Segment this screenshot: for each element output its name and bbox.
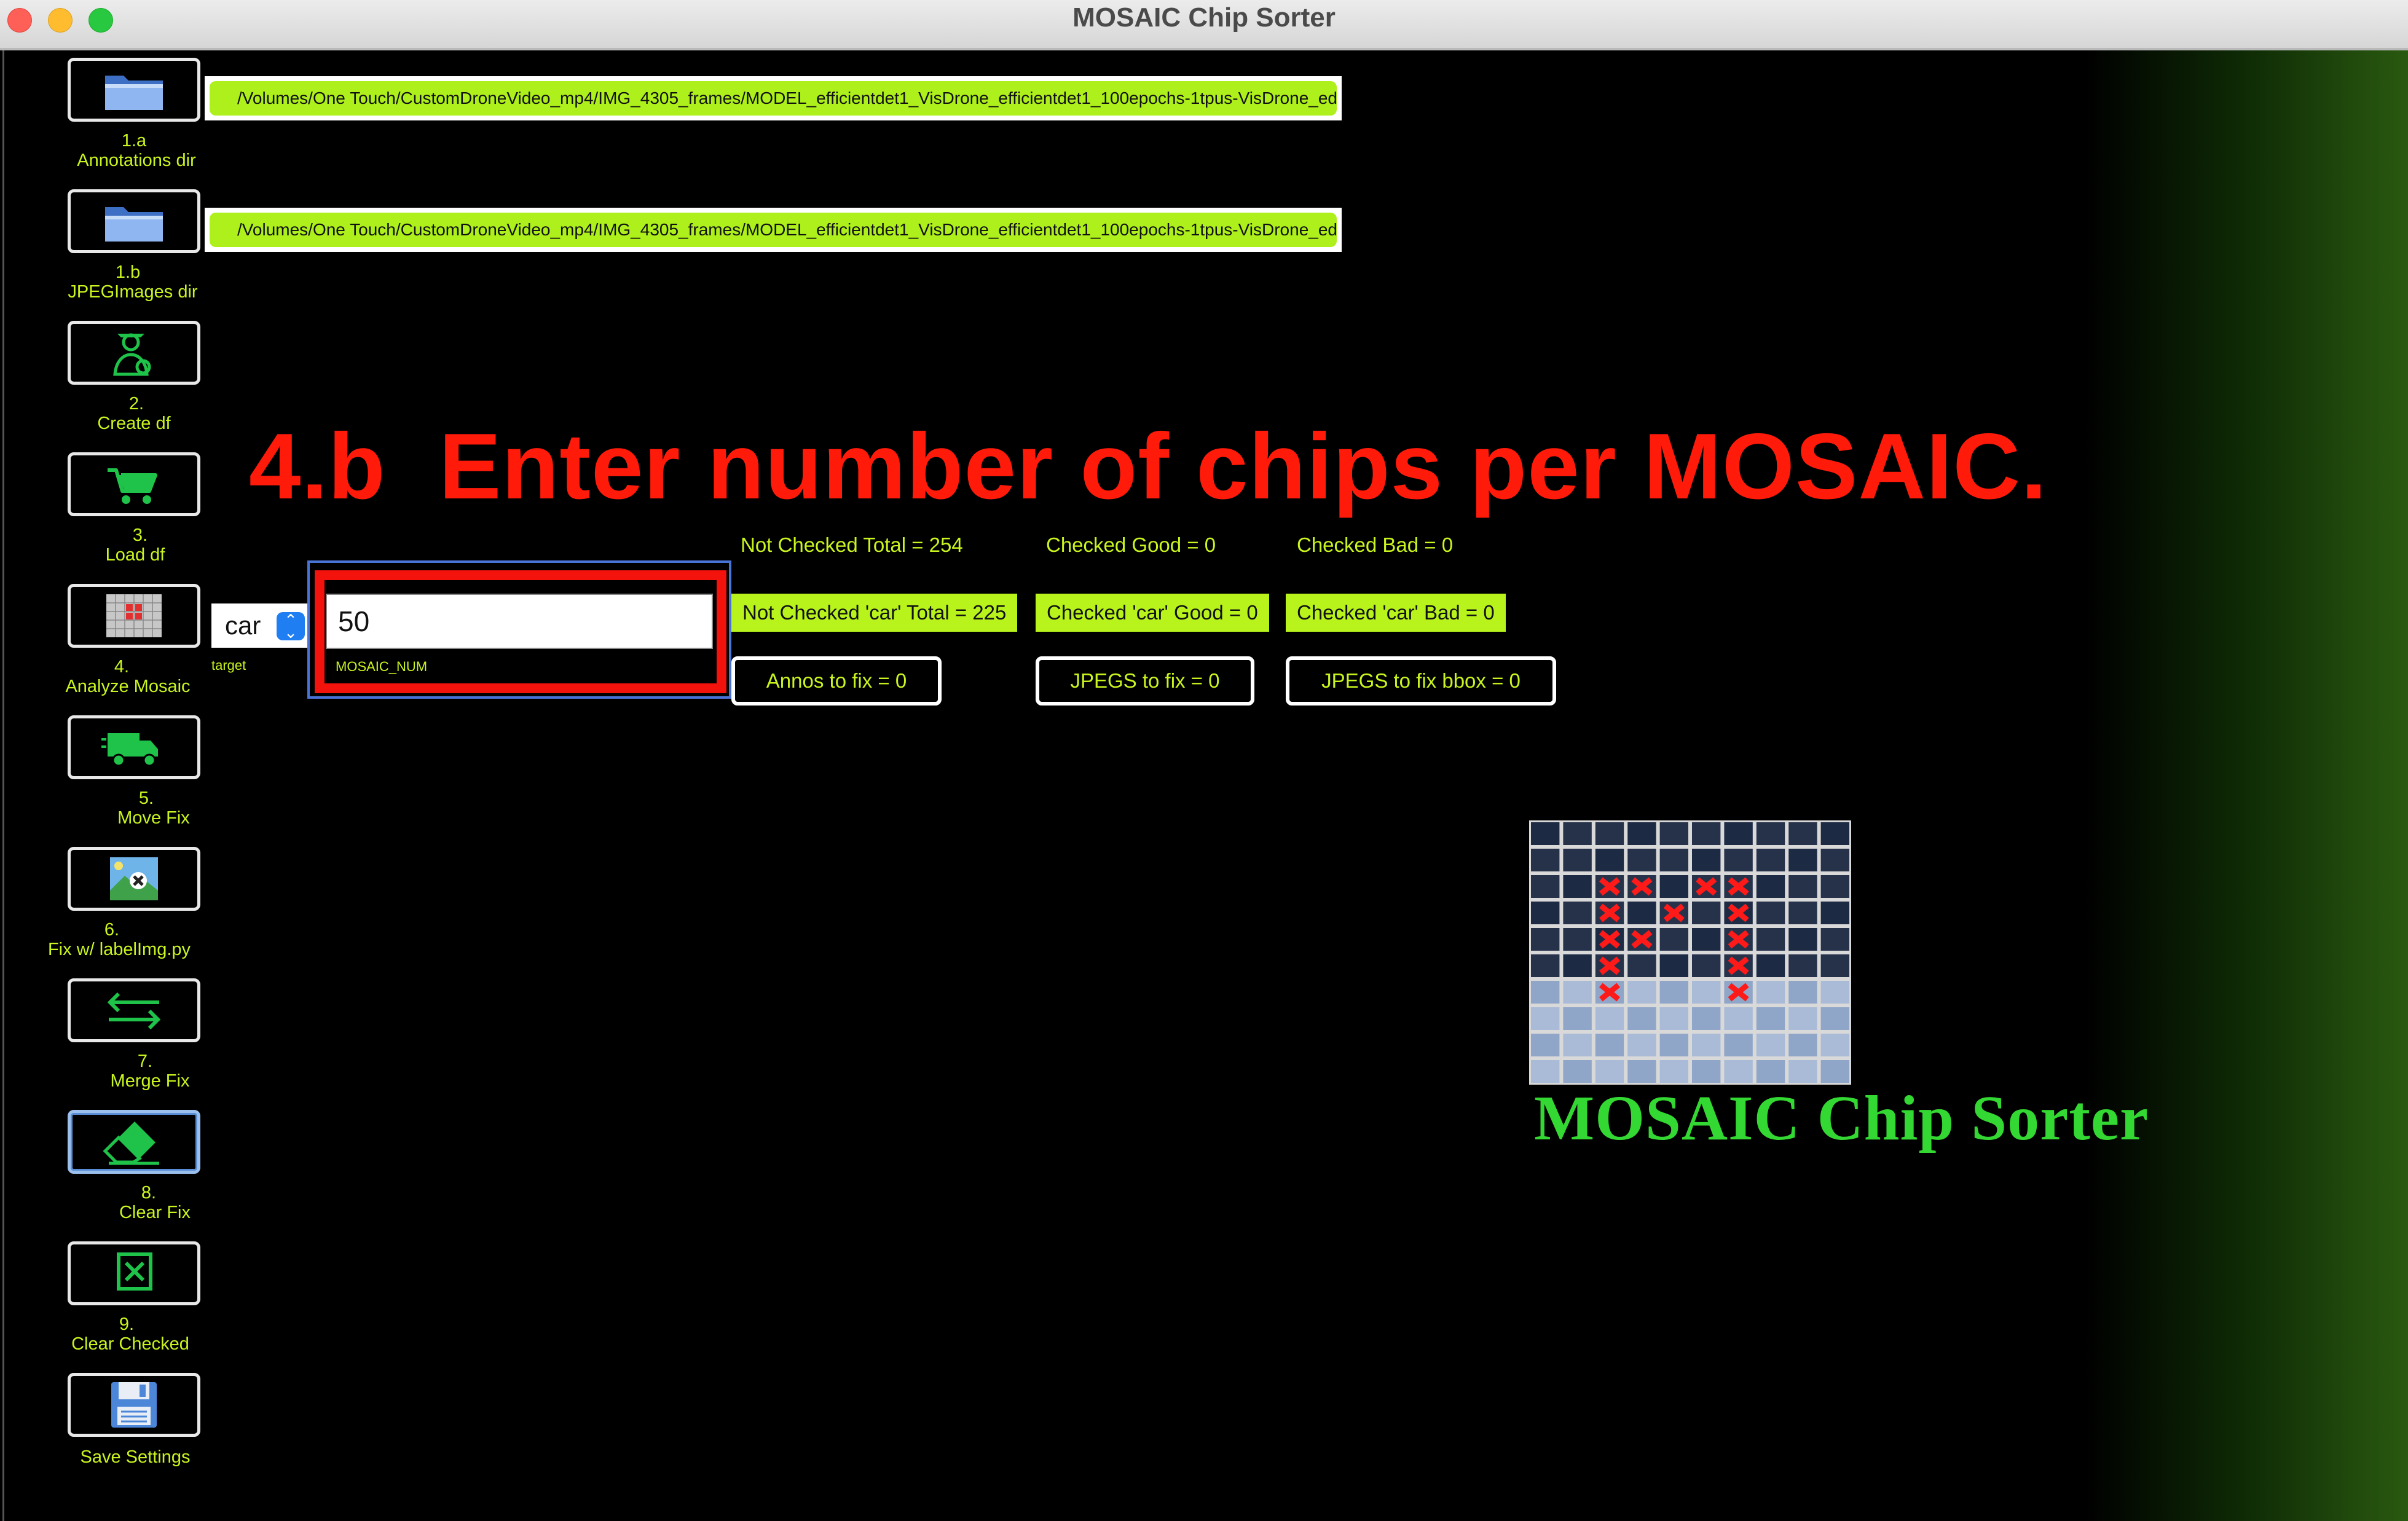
sidebar-num: 2. bbox=[128, 394, 144, 414]
mosaic-num-input[interactable]: 50 bbox=[326, 594, 713, 649]
target-select-value: car bbox=[225, 611, 261, 640]
sidebar-label: Merge Fix bbox=[110, 1071, 190, 1091]
load-df-button[interactable] bbox=[68, 452, 200, 516]
target-select[interactable]: car ⌃ ⌄ bbox=[211, 603, 310, 648]
sidebar-label: JPEGImages dir bbox=[68, 282, 198, 302]
annotations-dir-button[interactable] bbox=[68, 58, 200, 122]
clear-fix-button[interactable] bbox=[68, 1110, 200, 1174]
folder-icon bbox=[105, 76, 163, 110]
sidebar-label: Create df bbox=[97, 414, 171, 433]
sidebar-label: Clear Checked bbox=[71, 1334, 189, 1354]
sidebar-label: Clear Fix bbox=[119, 1203, 191, 1222]
not-checked-car-total: Not Checked 'car' Total = 225 bbox=[731, 594, 1018, 632]
merge-fix-button[interactable] bbox=[68, 978, 200, 1042]
jpeg-path-field[interactable]: /Volumes/One Touch/CustomDroneVideo_mp4/… bbox=[205, 208, 1342, 252]
sidebar-num: 6. bbox=[104, 920, 120, 940]
sidebar-num: 1.a bbox=[121, 131, 147, 151]
sidebar-label: Analyze Mosaic bbox=[65, 677, 191, 696]
clear-box-icon bbox=[117, 1252, 152, 1291]
folder-icon bbox=[105, 207, 163, 242]
target-caption: target bbox=[211, 658, 246, 673]
floppy-icon bbox=[111, 1382, 157, 1428]
clear-checked-button[interactable] bbox=[68, 1241, 200, 1305]
jpegs-to-fix-bbox-button[interactable]: JPEGS to fix bbox = 0 bbox=[1286, 656, 1556, 705]
sidebar-label: Load df bbox=[105, 545, 165, 565]
fix-labelimg-button[interactable] bbox=[68, 847, 200, 911]
jpegs-to-fix-button[interactable]: JPEGS to fix = 0 bbox=[1036, 656, 1254, 705]
sidebar-label: Fix w/ labelImg.py bbox=[47, 940, 191, 959]
checked-bad: Checked Bad = 0 bbox=[1297, 533, 1454, 556]
worker-icon bbox=[113, 333, 151, 376]
move-fix-button[interactable] bbox=[68, 715, 200, 779]
arrows-icon bbox=[107, 992, 161, 1030]
checked-car-good: Checked 'car' Good = 0 bbox=[1036, 594, 1269, 632]
chevron-updown-icon: ⌃ ⌄ bbox=[277, 612, 305, 640]
cart-icon bbox=[108, 468, 157, 504]
image-edit-icon bbox=[110, 857, 158, 900]
sidebar-num: 5. bbox=[138, 788, 154, 808]
sidebar-label: Annotations dir bbox=[77, 151, 196, 170]
create-df-button[interactable] bbox=[68, 321, 200, 385]
logo-text: MOSAIC Chip Sorter bbox=[1534, 1083, 2149, 1154]
mosaic-num-caption: MOSAIC_NUM bbox=[336, 659, 428, 674]
sidebar-num: 3. bbox=[132, 525, 148, 545]
jpeg-path-text: /Volumes/One Touch/CustomDroneVideo_mp4/… bbox=[210, 213, 1337, 247]
mosaic-icon bbox=[106, 594, 162, 637]
checked-car-bad: Checked 'car' Bad = 0 bbox=[1286, 594, 1506, 632]
mosaic-logo-image bbox=[1529, 820, 1851, 1085]
sidebar-label: Save Settings bbox=[80, 1447, 191, 1467]
sidebar-num: 1.b bbox=[115, 262, 141, 282]
sidebar-num: 8. bbox=[141, 1183, 157, 1203]
annotations-path-field[interactable]: /Volumes/One Touch/CustomDroneVideo_mp4/… bbox=[205, 76, 1342, 120]
sidebar-num: 9. bbox=[119, 1315, 135, 1334]
analyze-mosaic-button[interactable] bbox=[68, 584, 200, 648]
annotations-path-text: /Volumes/One Touch/CustomDroneVideo_mp4/… bbox=[210, 81, 1337, 116]
title-bar: MOSAIC Chip Sorter bbox=[0, 0, 2408, 50]
instruction-text: 4.b Enter number of chips per MOSAIC. bbox=[249, 414, 2048, 519]
sidebar-label: Move Fix bbox=[117, 808, 190, 828]
annos-to-fix-button[interactable]: Annos to fix = 0 bbox=[731, 656, 942, 705]
not-checked-total: Not Checked Total = 254 bbox=[741, 533, 963, 556]
eraser-icon bbox=[103, 1122, 159, 1165]
save-settings-button[interactable] bbox=[68, 1373, 200, 1437]
truck-icon bbox=[101, 733, 158, 767]
app-canvas bbox=[2, 50, 2408, 1521]
window-title: MOSAIC Chip Sorter bbox=[1072, 2, 1336, 33]
sidebar-num: 4. bbox=[114, 657, 130, 677]
jpegimages-dir-button[interactable] bbox=[68, 189, 200, 253]
sidebar-num: 7. bbox=[137, 1051, 153, 1071]
checked-good: Checked Good = 0 bbox=[1046, 533, 1216, 556]
